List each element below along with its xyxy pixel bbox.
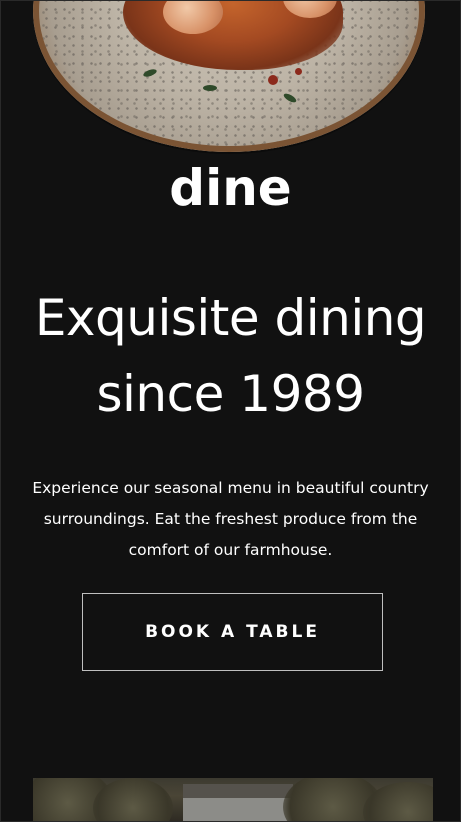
book-table-button[interactable]: BOOK A TABLE xyxy=(82,593,383,671)
farmhouse-roof xyxy=(183,784,293,798)
hero-headline: Exquisite dining since 1989 xyxy=(0,280,461,432)
landing-page: dine Exquisite dining since 1989 Experie… xyxy=(0,0,461,822)
intro-paragraph: Experience our seasonal menu in beautifu… xyxy=(32,479,429,559)
headline-line-2: since 1989 xyxy=(96,365,365,423)
brand-logo[interactable]: dine xyxy=(0,156,461,220)
farmhouse-wall xyxy=(183,798,293,822)
headline-line-1: Exquisite dining xyxy=(34,289,427,347)
plate-rim xyxy=(33,0,425,152)
hero-plate-image xyxy=(33,0,425,152)
farmhouse-image xyxy=(33,778,433,822)
